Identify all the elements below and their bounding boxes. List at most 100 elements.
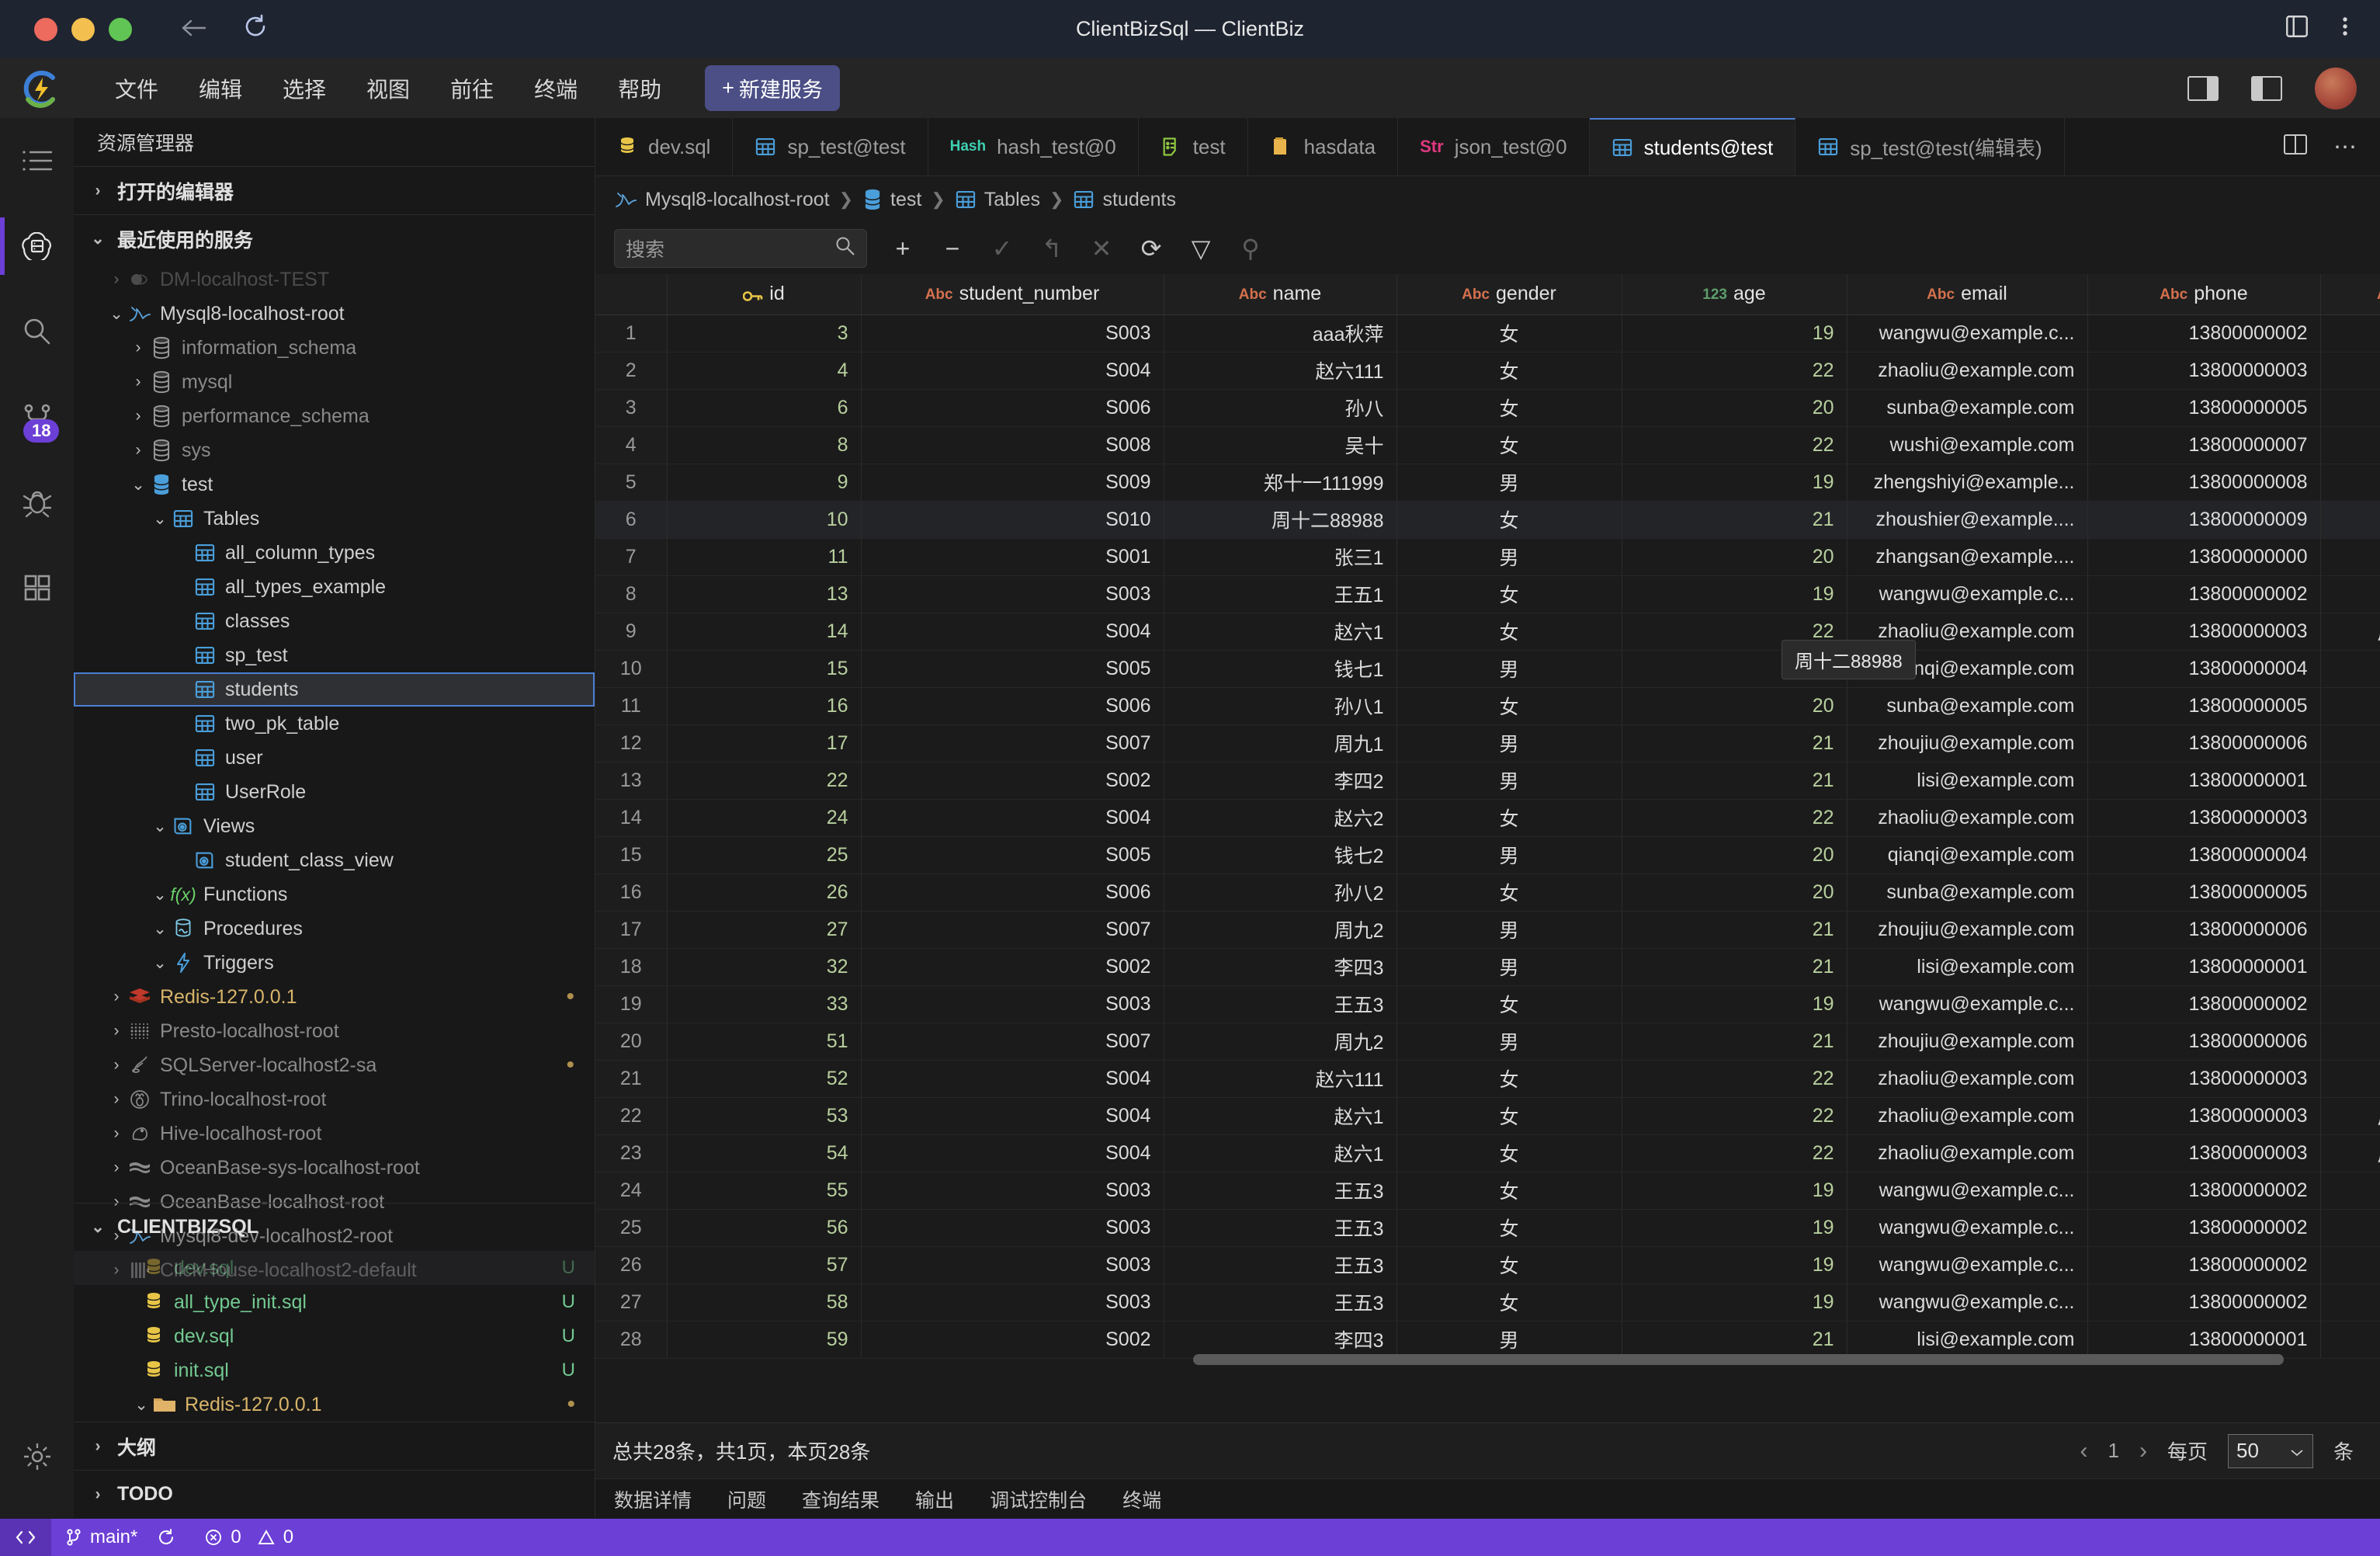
tree-item-all-column-types[interactable]: all_column_types <box>74 536 595 570</box>
cell-id[interactable]: 27 <box>667 911 861 948</box>
cell-id[interactable]: 11 <box>667 538 861 575</box>
extensions-title-icon[interactable] <box>2284 13 2310 45</box>
tree-item-views[interactable]: ⌄Views <box>74 809 595 843</box>
cell-gender[interactable]: 女 <box>1396 613 1622 650</box>
cell-student_number[interactable]: S008 <box>861 426 1164 464</box>
cell-email[interactable]: lisi@example.com <box>1847 1321 2087 1358</box>
prev-page-button[interactable]: ‹ <box>2080 1438 2088 1464</box>
tree-item-sys[interactable]: ›sys <box>74 433 595 467</box>
explorer-list-icon[interactable] <box>0 118 74 203</box>
cell-email[interactable]: sunba@example.com <box>1847 874 2087 911</box>
cell-student_number[interactable]: S002 <box>861 1321 1164 1358</box>
tree-item-student-class-view[interactable]: student_class_view <box>74 843 595 877</box>
commit-button[interactable]: ✓ <box>977 228 1027 269</box>
cell-name[interactable]: 王五3 <box>1164 1172 1396 1209</box>
cell-email[interactable]: lisi@example.com <box>1847 762 2087 799</box>
cell-gender[interactable]: 女 <box>1396 314 1622 352</box>
cell-extra[interactable] <box>2320 314 2380 352</box>
cell-id[interactable]: 14 <box>667 613 861 650</box>
cell-student_number[interactable]: S006 <box>861 389 1164 426</box>
extensions-icon[interactable] <box>0 545 74 630</box>
table-row[interactable]: 1116S006孙八1女20sunba@example.com138000000… <box>595 687 2380 724</box>
cell-age[interactable]: 20 <box>1622 389 1847 426</box>
cell-name[interactable]: 赵六1 <box>1164 1134 1396 1172</box>
cell-name[interactable]: 孙八 <box>1164 389 1396 426</box>
breadcrumb-item-0[interactable]: Mysql8-localhost-root <box>614 189 830 211</box>
cell-id[interactable]: 15 <box>667 650 861 687</box>
cell-gender[interactable]: 女 <box>1396 575 1622 613</box>
cell-extra[interactable] <box>2320 1172 2380 1209</box>
tab-sp-test-test-[interactable]: sp_test@test(编辑表) <box>1795 118 2064 175</box>
cell-name[interactable]: 郑十一111999 <box>1164 464 1396 501</box>
git-branch-status[interactable]: main* <box>51 1519 190 1556</box>
cell-email[interactable]: wangwu@example.c... <box>1847 1209 2087 1246</box>
cell-phone[interactable]: 13800000009 <box>2087 501 2320 538</box>
cell-name[interactable]: 李四3 <box>1164 948 1396 985</box>
cell-student_number[interactable]: S004 <box>861 799 1164 836</box>
cell-phone[interactable]: 13800000002 <box>2087 1246 2320 1283</box>
cell-name[interactable]: 王五3 <box>1164 985 1396 1023</box>
cell-gender[interactable]: 女 <box>1396 1246 1622 1283</box>
cell-email[interactable]: zhaoliu@example.com <box>1847 1134 2087 1172</box>
cell-id[interactable]: 26 <box>667 874 861 911</box>
table-row[interactable]: 2455S003王五3女19wangwu@example.c...1380000… <box>595 1172 2380 1209</box>
table-row[interactable]: 1626S006孙八2女20sunba@example.com138000000… <box>595 874 2380 911</box>
cell-gender[interactable]: 男 <box>1396 1023 1622 1060</box>
column-header-name[interactable]: Abcname <box>1164 274 1396 314</box>
cell-id[interactable]: 53 <box>667 1097 861 1134</box>
cell-student_number[interactable]: S006 <box>861 687 1164 724</box>
cell-id[interactable]: 16 <box>667 687 861 724</box>
cell-age[interactable]: 21 <box>1622 762 1847 799</box>
cell-student_number[interactable]: S005 <box>861 836 1164 874</box>
refresh-button[interactable]: ⟳ <box>1126 228 1176 269</box>
cell-age[interactable]: 19 <box>1622 1246 1847 1283</box>
project-file-2[interactable]: dev.sqlU <box>74 1319 595 1353</box>
cell-id[interactable]: 57 <box>667 1246 861 1283</box>
tree-item-presto-localhost-root[interactable]: ›Presto-localhost-root <box>74 1014 595 1048</box>
cell-student_number[interactable]: S007 <box>861 1023 1164 1060</box>
cell-name[interactable]: 孙八2 <box>1164 874 1396 911</box>
cell-extra[interactable] <box>2320 1209 2380 1246</box>
cell-email[interactable]: zhoushier@example.... <box>1847 501 2087 538</box>
cell-student_number[interactable]: S003 <box>861 575 1164 613</box>
cell-name[interactable]: 王五3 <box>1164 1246 1396 1283</box>
project-file-0[interactable]: dev.sqlU <box>74 1251 595 1285</box>
cell-student_number[interactable]: S009 <box>861 464 1164 501</box>
tree-item-all-types-example[interactable]: all_types_example <box>74 570 595 604</box>
cell-phone[interactable]: 13800000003 <box>2087 613 2320 650</box>
cell-extra[interactable] <box>2320 389 2380 426</box>
cell-age[interactable]: 20 <box>1622 874 1847 911</box>
table-row[interactable]: 1015S005钱七1男20qianqi@example.com13800000… <box>595 650 2380 687</box>
cell-student_number[interactable]: S004 <box>861 613 1164 650</box>
cell-email[interactable]: wushi@example.com <box>1847 426 2087 464</box>
breadcrumb-item-1[interactable]: test <box>862 188 921 211</box>
remote-window-icon[interactable] <box>0 1519 51 1556</box>
cell-email[interactable]: zhaoliu@example.com <box>1847 1060 2087 1097</box>
cell-email[interactable]: zhoujiu@example.com <box>1847 1023 2087 1060</box>
cell-email[interactable]: sunba@example.com <box>1847 687 2087 724</box>
tree-item-classes[interactable]: classes <box>74 604 595 638</box>
cell-phone[interactable]: 13800000002 <box>2087 1172 2320 1209</box>
section-outline[interactable]: › 大纲 <box>74 1422 595 1470</box>
cancel-button[interactable]: ✕ <box>1077 228 1126 269</box>
maximize-window-button[interactable] <box>109 18 132 41</box>
cell-age[interactable]: 19 <box>1622 1172 1847 1209</box>
cell-phone[interactable]: 13800000004 <box>2087 836 2320 874</box>
breadcrumb-item-3[interactable]: students <box>1073 189 1176 211</box>
cell-email[interactable]: wangwu@example.c... <box>1847 985 2087 1023</box>
table-row[interactable]: 2758S003王五3女19wangwu@example.c...1380000… <box>595 1283 2380 1321</box>
cell-extra[interactable] <box>2320 948 2380 985</box>
cell-gender[interactable]: 女 <box>1396 1172 1622 1209</box>
cell-id[interactable]: 55 <box>667 1172 861 1209</box>
cell-email[interactable]: zhangsan@example.... <box>1847 538 2087 575</box>
section-recent-services[interactable]: ⌄ 最近使用的服务 <box>74 214 595 262</box>
cell-id[interactable]: 33 <box>667 985 861 1023</box>
cell-name[interactable]: 王五3 <box>1164 1209 1396 1246</box>
section-open-editors[interactable]: › 打开的编辑器 <box>74 166 595 214</box>
cell-student_number[interactable]: S007 <box>861 911 1164 948</box>
table-row[interactable]: 48S008吴十女22wushi@example.com13800000007 <box>595 426 2380 464</box>
tab-sp-test-test[interactable]: sp_test@test <box>733 118 928 175</box>
cell-id[interactable]: 6 <box>667 389 861 426</box>
cell-student_number[interactable]: S004 <box>861 352 1164 389</box>
source-control-icon[interactable]: 18 <box>0 374 74 460</box>
